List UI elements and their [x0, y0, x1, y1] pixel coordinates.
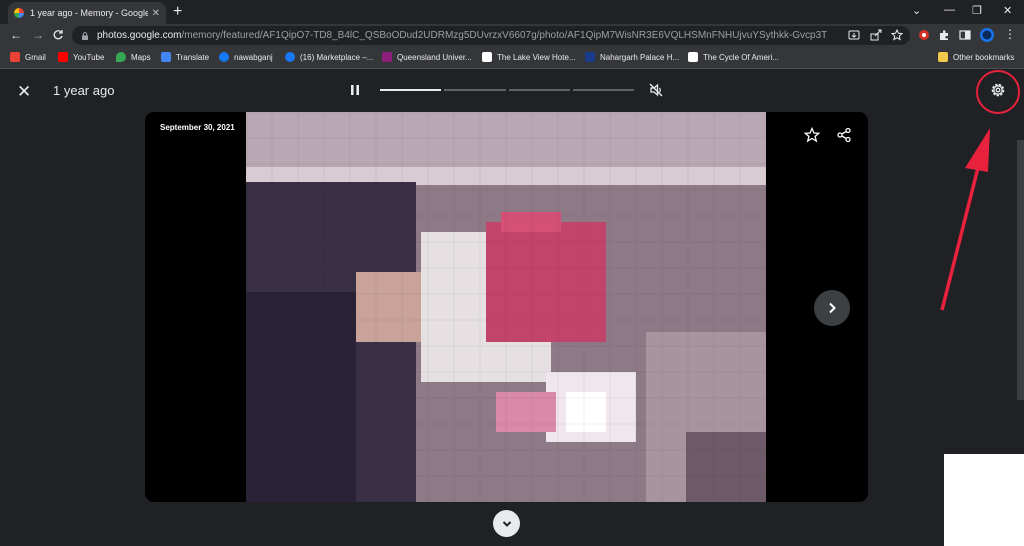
- google-photos-icon: [14, 8, 24, 18]
- share-icon[interactable]: [836, 127, 852, 143]
- new-tab-button[interactable]: +: [173, 4, 182, 20]
- progress-fill: [380, 89, 442, 91]
- document-icon: [688, 52, 698, 62]
- bookmark-nawabganj[interactable]: nawabganj: [219, 52, 273, 62]
- progress-segment: [572, 89, 634, 91]
- tab-google-photos[interactable]: 1 year ago - Memory - Google P ✕: [8, 2, 166, 24]
- bookmark-label: The Lake View Hote...: [497, 52, 576, 62]
- photo-date: September 30, 2021: [160, 123, 235, 132]
- record-extension-icon[interactable]: [918, 29, 930, 41]
- bookmark-marketplace[interactable]: (16) Marketplace –...: [285, 52, 373, 62]
- progress-segment: [444, 89, 506, 91]
- maps-icon: [116, 52, 126, 62]
- bookmark-label: YouTube: [73, 52, 105, 62]
- pause-icon[interactable]: [349, 84, 361, 96]
- progress-segment: [508, 89, 570, 91]
- memory-photo: [246, 112, 766, 502]
- bookmark-cycle-of-america[interactable]: The Cycle Of Ameri...: [688, 52, 779, 62]
- bookmark-label: Gmail: [25, 52, 46, 62]
- university-icon: [382, 52, 392, 62]
- minimize-button[interactable]: —: [944, 4, 955, 16]
- bookmark-translate[interactable]: Translate: [161, 52, 209, 62]
- reload-icon[interactable]: [52, 29, 64, 41]
- favorite-star-icon[interactable]: [804, 127, 820, 143]
- facebook-icon: [219, 52, 229, 62]
- back-button[interactable]: ←: [10, 28, 22, 42]
- bookmarks-bar: Gmail YouTube Maps Translate nawabganj (…: [0, 47, 1024, 69]
- story-progress-bar: [380, 89, 634, 91]
- youtube-icon: [58, 52, 68, 62]
- progress-segment: [380, 89, 442, 91]
- address-bar[interactable]: photos.google.com /memory/featured/AF1Qi…: [72, 26, 910, 45]
- bookmark-gmail[interactable]: Gmail: [10, 52, 46, 62]
- memory-viewer-page: ✕ 1 year ago September 30, 2021: [0, 70, 1024, 546]
- tab-strip: 1 year ago - Memory - Google P ✕ + ⌄ — ❐…: [0, 0, 1024, 24]
- lock-icon: [82, 31, 88, 40]
- tab-close-icon[interactable]: ✕: [152, 8, 160, 19]
- bookmark-label: Nahargarh Palace H...: [600, 52, 680, 62]
- bookmark-maps[interactable]: Maps: [116, 52, 151, 62]
- maximize-button[interactable]: ❐: [972, 4, 982, 17]
- chevron-down-icon: [502, 520, 511, 527]
- translate-icon: [161, 52, 171, 62]
- browser-toolbar: ← → photos.google.com /memory/featured/A…: [0, 24, 1024, 47]
- close-memory-button[interactable]: ✕: [17, 82, 31, 102]
- scrollbar[interactable]: [1017, 140, 1024, 400]
- extensions-puzzle-icon[interactable]: [938, 29, 950, 41]
- bookmark-youtube[interactable]: YouTube: [58, 52, 104, 62]
- tab-search-icon[interactable]: ⌄: [912, 4, 921, 17]
- mute-icon[interactable]: [648, 82, 664, 98]
- memory-title: 1 year ago: [53, 83, 115, 98]
- booking-icon: [585, 52, 595, 62]
- folder-icon: [938, 52, 948, 62]
- close-window-button[interactable]: ✕: [1003, 4, 1012, 17]
- chevron-right-icon: [829, 302, 836, 314]
- photo-viewer[interactable]: September 30, 2021: [145, 112, 868, 502]
- show-more-button[interactable]: [493, 510, 520, 537]
- bookmark-star-icon[interactable]: [891, 29, 903, 41]
- other-bookmarks[interactable]: Other bookmarks: [938, 52, 1014, 62]
- annotation-arrow: [940, 128, 990, 311]
- gmail-icon: [10, 52, 20, 62]
- side-panel-icon[interactable]: [959, 29, 971, 41]
- bookmark-label: nawabganj: [234, 52, 273, 62]
- url-host: photos.google.com: [97, 30, 182, 41]
- other-bookmarks-label: Other bookmarks: [953, 52, 1015, 62]
- bookmark-queensland[interactable]: Queensland Univer...: [382, 52, 472, 62]
- facebook-icon: [285, 52, 295, 62]
- forward-button[interactable]: →: [32, 28, 44, 42]
- url-path: /memory/featured/AF1QipO7-TD8_B4lC_QSBoO…: [181, 30, 828, 41]
- next-photo-button[interactable]: [814, 290, 850, 326]
- share-page-icon[interactable]: [870, 29, 882, 41]
- bookmark-label: The Cycle Of Ameri...: [703, 52, 780, 62]
- bookmark-nahargarh[interactable]: Nahargarh Palace H...: [585, 52, 679, 62]
- hotel-icon: [482, 52, 492, 62]
- overlay-panel: [944, 454, 1024, 546]
- tab-title: 1 year ago - Memory - Google P: [30, 8, 148, 18]
- bookmark-label: Queensland Univer...: [397, 52, 472, 62]
- bookmark-lake-view[interactable]: The Lake View Hote...: [482, 52, 576, 62]
- bookmark-label: (16) Marketplace –...: [300, 52, 374, 62]
- install-app-icon[interactable]: [848, 29, 860, 41]
- bookmark-label: Translate: [176, 52, 210, 62]
- profile-avatar[interactable]: [980, 28, 994, 42]
- settings-highlight-circle: [976, 70, 1020, 114]
- bookmark-label: Maps: [131, 52, 151, 62]
- chrome-menu-icon[interactable]: ⋮: [1004, 27, 1016, 41]
